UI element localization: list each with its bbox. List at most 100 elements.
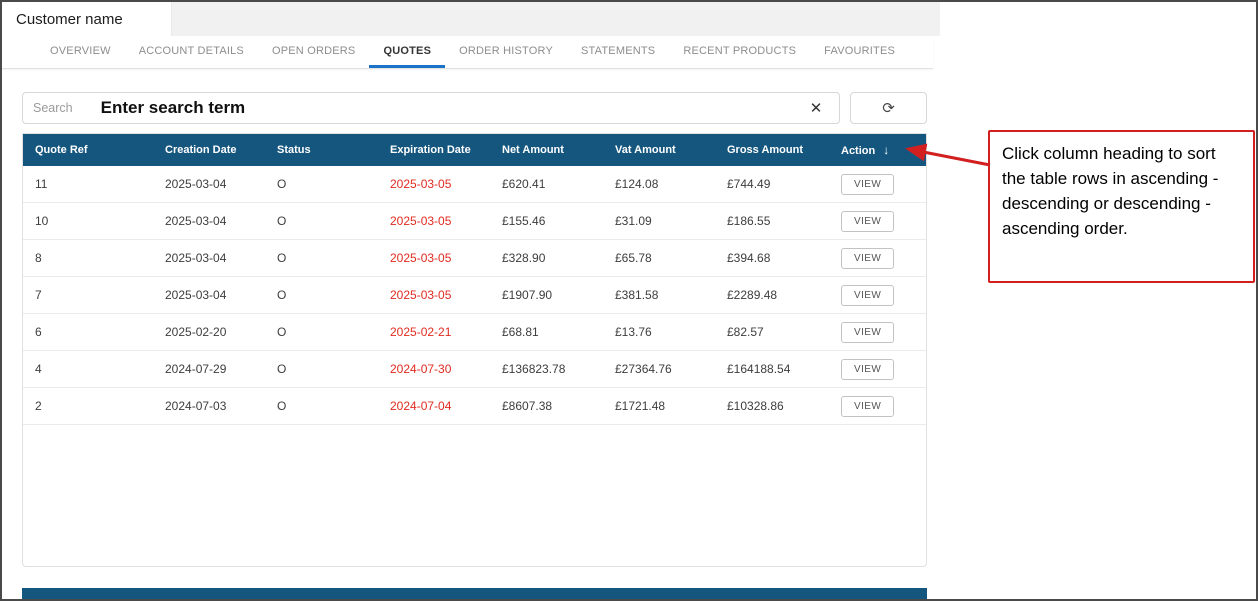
search-input[interactable]: Search Enter search term ✕ <box>22 92 840 124</box>
cell-creation-date: 2025-03-04 <box>153 277 265 314</box>
cell-net-amount: £8607.38 <box>490 388 603 425</box>
table-row: 7 2025-03-04 O 2025-03-05 £1907.90 £381.… <box>23 277 927 314</box>
column-header-gross-amount[interactable]: Gross Amount <box>715 134 829 166</box>
cell-quote-ref: 8 <box>23 240 153 277</box>
cell-net-amount: £136823.78 <box>490 351 603 388</box>
cell-vat-amount: £13.76 <box>603 314 715 351</box>
tab-account-details[interactable]: ACCOUNT DETAILS <box>125 36 258 68</box>
column-header-net-amount[interactable]: Net Amount <box>490 134 603 166</box>
cell-vat-amount: £65.78 <box>603 240 715 277</box>
quotes-table: Quote Ref Creation Date Status Expiratio… <box>23 134 927 425</box>
cell-expiration-date: 2025-02-21 <box>378 314 490 351</box>
search-placeholder: Search <box>33 101 73 115</box>
table-row: 8 2025-03-04 O 2025-03-05 £328.90 £65.78… <box>23 240 927 277</box>
cell-gross-amount: £744.49 <box>715 166 829 203</box>
cell-quote-ref: 4 <box>23 351 153 388</box>
cell-net-amount: £68.81 <box>490 314 603 351</box>
cell-net-amount: £620.41 <box>490 166 603 203</box>
view-button[interactable]: VIEW <box>841 248 894 269</box>
cell-action: VIEW <box>829 203 927 240</box>
tab-statements[interactable]: STATEMENTS <box>567 36 669 68</box>
view-button[interactable]: VIEW <box>841 359 894 380</box>
cell-quote-ref: 10 <box>23 203 153 240</box>
cell-net-amount: £1907.90 <box>490 277 603 314</box>
cell-expiration-date: 2025-03-05 <box>378 277 490 314</box>
annotation-text: Click column heading to sort the table r… <box>1002 144 1218 238</box>
tab-quotes[interactable]: QUOTES <box>369 36 445 68</box>
cell-action: VIEW <box>829 240 927 277</box>
cell-status: O <box>265 277 378 314</box>
tab-overview[interactable]: OVERVIEW <box>36 36 125 68</box>
cell-quote-ref: 7 <box>23 277 153 314</box>
cell-creation-date: 2024-07-03 <box>153 388 265 425</box>
cell-status: O <box>265 351 378 388</box>
cell-expiration-date: 2024-07-04 <box>378 388 490 425</box>
cell-vat-amount: £1721.48 <box>603 388 715 425</box>
tab-favourites[interactable]: FAVOURITES <box>810 36 909 68</box>
column-header-expiration-date[interactable]: Expiration Date <box>378 134 490 166</box>
cell-vat-amount: £27364.76 <box>603 351 715 388</box>
cell-quote-ref: 11 <box>23 166 153 203</box>
view-button[interactable]: VIEW <box>841 396 894 417</box>
cell-gross-amount: £82.57 <box>715 314 829 351</box>
page-title: Customer name <box>16 11 123 28</box>
table-row: 4 2024-07-29 O 2024-07-30 £136823.78 £27… <box>23 351 927 388</box>
clear-search-button[interactable]: ✕ <box>803 95 829 121</box>
view-button[interactable]: VIEW <box>841 211 894 232</box>
column-header-status[interactable]: Status <box>265 134 378 166</box>
cell-action: VIEW <box>829 166 927 203</box>
cell-creation-date: 2025-03-04 <box>153 166 265 203</box>
cell-creation-date: 2025-02-20 <box>153 314 265 351</box>
table-row: 6 2025-02-20 O 2025-02-21 £68.81 £13.76 … <box>23 314 927 351</box>
refresh-button[interactable]: ⟳ <box>850 92 927 124</box>
cell-status: O <box>265 314 378 351</box>
cell-expiration-date: 2024-07-30 <box>378 351 490 388</box>
cell-creation-date: 2025-03-04 <box>153 240 265 277</box>
close-icon: ✕ <box>810 100 823 117</box>
view-button[interactable]: VIEW <box>841 174 894 195</box>
cell-gross-amount: £10328.86 <box>715 388 829 425</box>
cell-expiration-date: 2025-03-05 <box>378 166 490 203</box>
table-footer-bar <box>22 588 927 599</box>
cell-vat-amount: £31.09 <box>603 203 715 240</box>
sort-descending-icon: ↓ <box>883 143 889 157</box>
tab-open-orders[interactable]: OPEN ORDERS <box>258 36 370 68</box>
customer-title-tab: Customer name <box>2 2 172 36</box>
cell-net-amount: £328.90 <box>490 240 603 277</box>
cell-gross-amount: £394.68 <box>715 240 829 277</box>
search-row: Search Enter search term ✕ ⟳ <box>22 92 927 124</box>
tab-order-history[interactable]: ORDER HISTORY <box>445 36 567 68</box>
quotes-table-container: Quote Ref Creation Date Status Expiratio… <box>22 133 927 567</box>
column-header-quote-ref[interactable]: Quote Ref <box>23 134 153 166</box>
table-row: 10 2025-03-04 O 2025-03-05 £155.46 £31.0… <box>23 203 927 240</box>
column-header-action[interactable]: Action↓ <box>829 134 927 166</box>
column-header-vat-amount[interactable]: Vat Amount <box>603 134 715 166</box>
tab-bar: OVERVIEW ACCOUNT DETAILS OPEN ORDERS QUO… <box>2 36 933 69</box>
top-strip: Customer name <box>2 2 940 36</box>
cell-vat-amount: £381.58 <box>603 277 715 314</box>
cell-status: O <box>265 388 378 425</box>
refresh-icon: ⟳ <box>882 100 895 117</box>
cell-creation-date: 2025-03-04 <box>153 203 265 240</box>
cell-status: O <box>265 203 378 240</box>
cell-net-amount: £155.46 <box>490 203 603 240</box>
tab-recent-products[interactable]: RECENT PRODUCTS <box>669 36 810 68</box>
cell-status: O <box>265 166 378 203</box>
cell-action: VIEW <box>829 314 927 351</box>
cell-quote-ref: 2 <box>23 388 153 425</box>
cell-status: O <box>265 240 378 277</box>
annotation-callout: Click column heading to sort the table r… <box>988 130 1255 283</box>
table-body: 11 2025-03-04 O 2025-03-05 £620.41 £124.… <box>23 166 927 425</box>
cell-action: VIEW <box>829 388 927 425</box>
cell-action: VIEW <box>829 277 927 314</box>
app-window: Customer name OVERVIEW ACCOUNT DETAILS O… <box>0 0 1258 601</box>
view-button[interactable]: VIEW <box>841 322 894 343</box>
column-header-creation-date[interactable]: Creation Date <box>153 134 265 166</box>
cell-expiration-date: 2025-03-05 <box>378 240 490 277</box>
cell-gross-amount: £2289.48 <box>715 277 829 314</box>
cell-action: VIEW <box>829 351 927 388</box>
view-button[interactable]: VIEW <box>841 285 894 306</box>
table-header-row: Quote Ref Creation Date Status Expiratio… <box>23 134 927 166</box>
cell-quote-ref: 6 <box>23 314 153 351</box>
table-row: 11 2025-03-04 O 2025-03-05 £620.41 £124.… <box>23 166 927 203</box>
